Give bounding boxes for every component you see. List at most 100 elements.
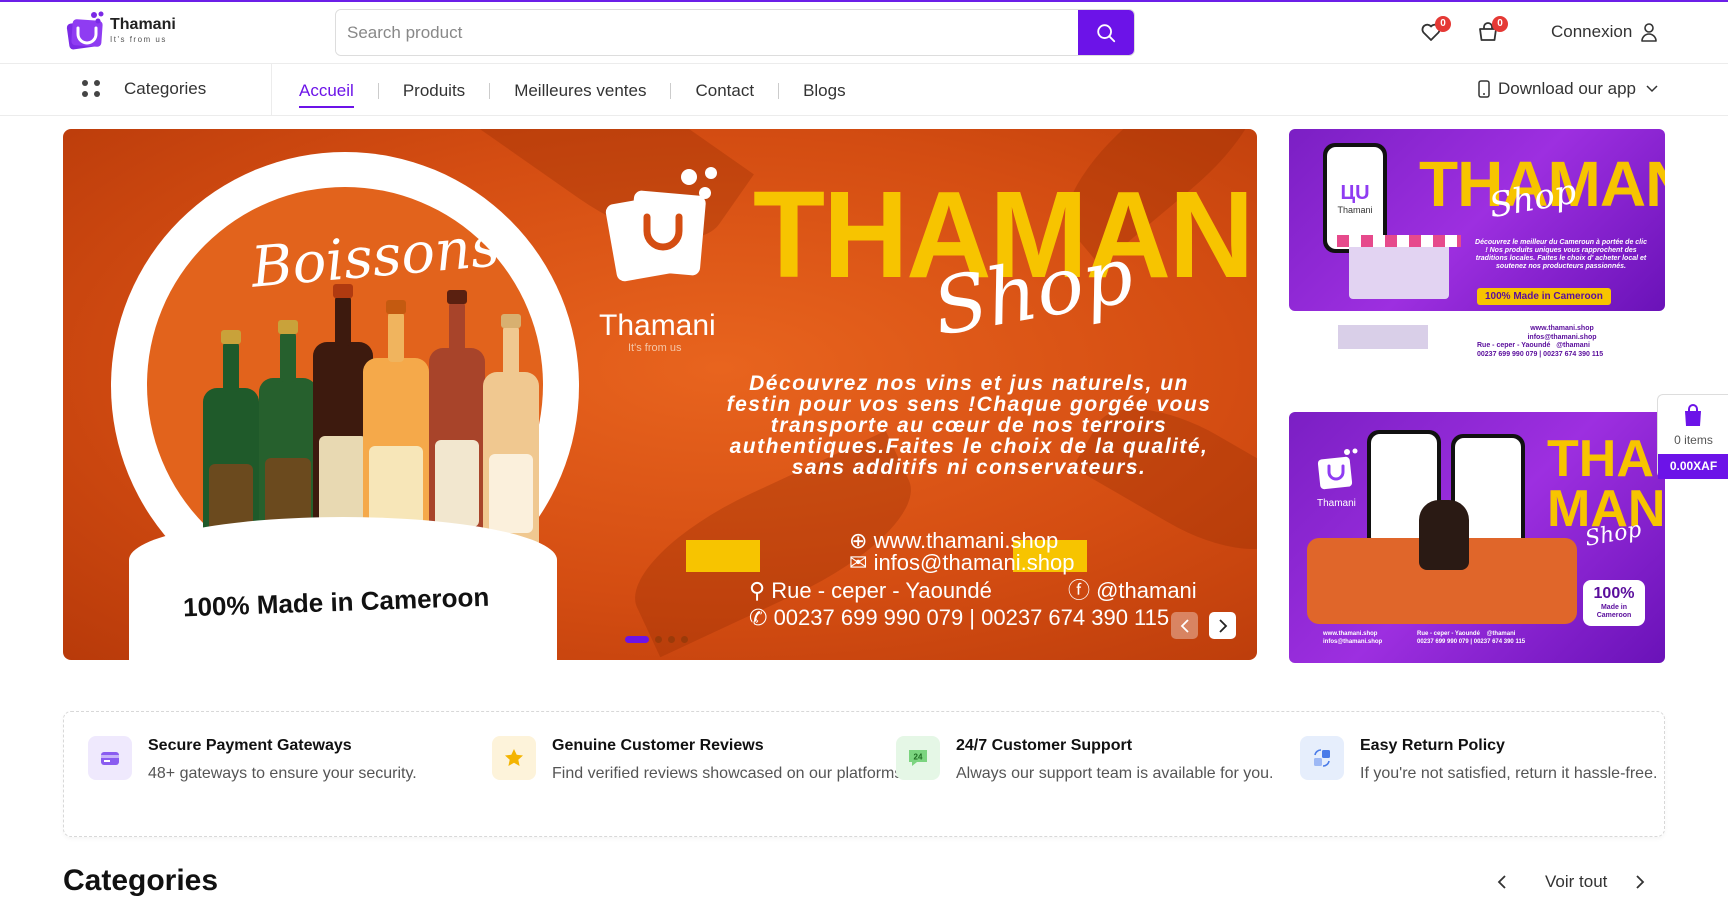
chevron-down-icon [1646, 85, 1658, 93]
side2-address: Rue - ceper - Yaoundé [1417, 631, 1480, 637]
side2-contact-right: Rue - ceper - Yaoundé @thamani 00237 699… [1417, 630, 1525, 646]
return-box-icon [1300, 736, 1344, 780]
side2-badge-percent: 100% [1593, 585, 1635, 602]
nav-link-blogs[interactable]: Blogs [803, 81, 846, 101]
phone-logo-label: Thamani [1337, 204, 1373, 215]
chevron-right-icon[interactable] [1635, 875, 1645, 889]
side1-website: www.thamani.shop [1530, 325, 1594, 332]
feature-description: Find verified reviews showcased on our p… [552, 765, 907, 782]
nav-link-meilleures-ventes[interactable]: Meilleures ventes [514, 81, 646, 101]
side2-website: www.thamani.shop [1323, 631, 1378, 637]
cart-count-badge: 0 [1492, 16, 1508, 32]
search-input[interactable] [336, 10, 1078, 55]
slide-dot[interactable] [668, 636, 675, 643]
chevron-left-icon[interactable] [1497, 875, 1507, 889]
nav-divider [778, 83, 780, 99]
side2-title: THA MANI [1547, 430, 1665, 535]
wishlist-count-badge: 0 [1435, 16, 1451, 32]
categories-carousel-controls: Voir tout [1497, 872, 1645, 892]
thamani-logo-icon [1317, 448, 1358, 490]
search-button[interactable] [1078, 10, 1134, 55]
download-app-dropdown[interactable]: Download our app [1478, 79, 1658, 99]
brand-logo[interactable]: Thamani It's from us [66, 10, 176, 50]
slider-next-button[interactable] [1209, 612, 1236, 639]
promo-banner-sofa[interactable]: Thamani THA MANI Shop 100% Made in Camer… [1289, 412, 1665, 663]
chevron-left-icon [1180, 618, 1189, 633]
feature-customer-support: 24 24/7 Customer Support Always our supp… [896, 736, 1316, 786]
chevron-right-icon [1218, 618, 1227, 633]
search-bar [335, 9, 1135, 56]
slide-dot-active[interactable] [625, 636, 649, 643]
side2-title-top: THA [1547, 430, 1654, 488]
feature-description: Always our support team is available for… [956, 765, 1274, 782]
hero-logo-tagline: It's from us [628, 342, 682, 354]
slide-dot[interactable] [681, 636, 688, 643]
login-button[interactable]: Connexion [1551, 22, 1658, 42]
main-navigation: Categories Accueil Produits Meilleures v… [0, 64, 1728, 116]
feature-description: 48+ gateways to ensure your security. [148, 765, 417, 782]
feature-title: 24/7 Customer Support [956, 737, 1133, 754]
floating-cart-widget[interactable]: 0 items 0.00XAF [1657, 394, 1728, 479]
support-24-icon: 24 [896, 736, 940, 780]
user-icon [1641, 23, 1658, 42]
side1-description: Découvrez le meilleur du Cameroun à port… [1475, 239, 1647, 270]
side1-email: infos@thamani.shop [1527, 333, 1597, 341]
hero-logo-name: Thamani [599, 309, 716, 342]
person-on-sofa-image [1419, 500, 1469, 570]
grid-dots-icon [82, 80, 100, 98]
slider-pagination [625, 636, 688, 643]
side2-email: infos@thamani.shop [1323, 639, 1383, 645]
wishlist-button[interactable]: 0 [1419, 16, 1451, 46]
hero-social: @thamani [1096, 578, 1197, 603]
hero-email: infos@thamani.shop [873, 550, 1075, 575]
location-pin-icon: ⚲ [749, 578, 766, 603]
facebook-icon: ⓕ [1067, 578, 1090, 603]
side2-made-in-badge: 100% Made in Cameroon [1583, 580, 1645, 626]
feature-description: If you're not satisfied, return it hassl… [1360, 765, 1658, 782]
side2-badge-text: Made in Cameroon [1596, 604, 1632, 619]
payment-card-icon [88, 736, 132, 780]
download-app-label: Download our app [1498, 79, 1636, 98]
categories-menu-label: Categories [124, 79, 207, 98]
nav-divider [670, 83, 672, 99]
feature-title: Secure Payment Gateways [148, 737, 352, 754]
star-icon [492, 736, 536, 780]
cart-button[interactable]: 0 [1476, 16, 1508, 46]
feature-return-policy: Easy Return Policy If you're not satisfi… [1300, 736, 1720, 786]
header: Thamani It's from us 0 0 Connexion [0, 2, 1728, 64]
products-pile-image [1349, 239, 1449, 299]
hero-address: Rue - ceper - Yaoundé [771, 578, 992, 603]
hero-contact-web: ⊕ www.thamani.shop ✉ infos@thamani.shop [849, 530, 1074, 574]
yellow-accent-bar [686, 540, 760, 572]
shopping-bag-icon [1685, 404, 1701, 426]
hero-description: Découvrez nos vins et jus naturels, un f… [726, 372, 1212, 479]
nav-links: Accueil Produits Meilleures ventes Conta… [299, 81, 846, 108]
floating-cart-total: 0.00XAF [1658, 454, 1728, 479]
nav-link-accueil[interactable]: Accueil [299, 81, 354, 108]
feature-secure-payment: Secure Payment Gateways 48+ gateways to … [88, 736, 508, 786]
nav-link-contact[interactable]: Contact [695, 81, 754, 101]
slide-dot[interactable] [655, 636, 662, 643]
promo-banner-app[interactable]: ЦU Thamani THAMANI Shop Découvrez le mei… [1289, 129, 1665, 311]
feature-customer-reviews: Genuine Customer Reviews Find verified r… [492, 736, 912, 786]
see-all-link[interactable]: Voir tout [1545, 872, 1607, 892]
feature-title: Easy Return Policy [1360, 737, 1505, 754]
side2-logo-name: Thamani [1317, 498, 1356, 509]
categories-menu-button[interactable]: Categories [82, 79, 206, 99]
hero-slider[interactable]: 100% Made in Cameroon Boissons Thamani I… [63, 129, 1257, 660]
side1-social: @thamani [1556, 342, 1590, 349]
slider-prev-button[interactable] [1171, 612, 1198, 639]
hero-phones: 00237 699 990 079 | 00237 674 390 115 [773, 605, 1170, 630]
email-icon: ✉ [849, 550, 868, 575]
whatsapp-icon: ✆ [749, 605, 768, 630]
nav-link-produits[interactable]: Produits [403, 81, 465, 101]
brand-tagline: It's from us [110, 35, 167, 44]
thamani-logo-icon [605, 167, 717, 282]
svg-text:24: 24 [914, 753, 923, 762]
brand-name: Thamani [110, 16, 176, 33]
nav-separator [271, 64, 272, 116]
login-label: Connexion [1551, 22, 1633, 41]
side2-phones: 00237 699 990 079 | 00237 674 390 115 [1417, 639, 1526, 645]
side1-contact: www.thamani.shop infos@thamani.shop Rue … [1477, 325, 1647, 359]
side2-social: @thamani [1486, 631, 1516, 637]
